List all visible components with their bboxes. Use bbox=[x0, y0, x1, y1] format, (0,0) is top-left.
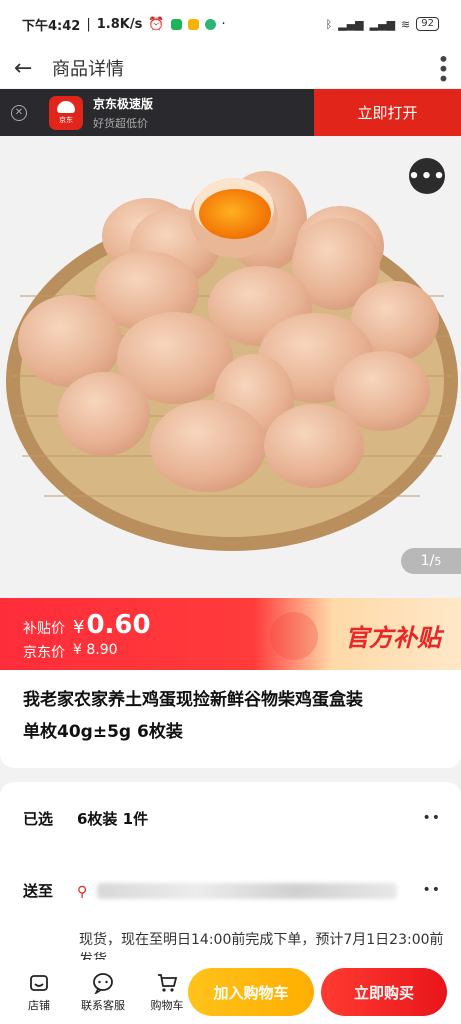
tab-cart-label: 购物车 bbox=[150, 998, 184, 1012]
selected-more-icon[interactable]: •• bbox=[422, 810, 441, 826]
product-title-card: 我老家农家养土鸡蛋现捡新鲜谷物柴鸡蛋盒装 单枚40g±5g 6枚装 bbox=[0, 670, 461, 768]
jd-price-value: ¥ 8.90 bbox=[73, 642, 118, 658]
store-icon bbox=[28, 972, 50, 994]
selected-label: 已选 bbox=[23, 810, 54, 828]
buy-now-button[interactable]: 立即购买 bbox=[321, 968, 447, 1016]
more-horizontal-icon[interactable]: ••• bbox=[408, 158, 445, 194]
location-pin-icon: ⚲ bbox=[77, 883, 88, 900]
arrow-left-icon[interactable]: ← bbox=[14, 56, 40, 81]
cart-icon bbox=[156, 972, 178, 994]
banner-tagline: 好货超低价 bbox=[93, 116, 148, 130]
ship-more-icon[interactable]: •• bbox=[422, 882, 441, 898]
more-vertical-icon[interactable]: ••• bbox=[431, 53, 455, 82]
blurred-address bbox=[97, 882, 397, 899]
tab-store[interactable]: 店铺 bbox=[10, 972, 68, 1013]
bluetooth-icon: ᛒ bbox=[325, 17, 333, 31]
ship-label: 送至 bbox=[23, 882, 54, 900]
battery-icon: 92 bbox=[416, 17, 439, 31]
alarm-icon: ⏰ bbox=[148, 16, 165, 32]
pager-total: 5 bbox=[434, 554, 442, 568]
message-icon bbox=[187, 18, 199, 30]
page-header: ← 商品详情 ••• bbox=[0, 48, 461, 88]
jd-lite-logo-icon: 京东 bbox=[49, 95, 83, 130]
pager-current: 1 bbox=[420, 553, 430, 569]
add-to-cart-button[interactable]: 加入购物车 bbox=[188, 968, 314, 1016]
tab-customer-service-label: 联系客服 bbox=[81, 998, 125, 1012]
banner-app-name: 京东极速版 bbox=[93, 96, 154, 111]
price-bar: 补贴价 ¥ 0.60 京东价 ¥ 8.90 官方补贴 bbox=[0, 598, 461, 670]
ship-to-row[interactable]: 送至 ⚲ bbox=[23, 880, 397, 901]
shield-icon bbox=[170, 18, 182, 30]
app-promo-banner: ✕ 京东 京东极速版 好货超低价 立即打开 bbox=[0, 89, 461, 136]
tab-customer-service[interactable]: 联系客服 bbox=[68, 972, 138, 1013]
open-app-button[interactable]: 立即打开 bbox=[314, 89, 461, 136]
product-image-gallery[interactable]: ••• 1/5 bbox=[0, 136, 461, 596]
gallery-pager: 1/5 bbox=[401, 548, 461, 574]
app-logo-text: 京东 bbox=[59, 115, 73, 124]
selected-value: 6枚装 1件 bbox=[77, 810, 149, 828]
product-title-line1: 我老家农家养土鸡蛋现捡新鲜谷物柴鸡蛋盒装 bbox=[23, 690, 363, 710]
app-notification-icon bbox=[204, 18, 216, 30]
close-icon[interactable]: ✕ bbox=[11, 104, 27, 121]
wifi-icon: ≋ bbox=[401, 17, 411, 31]
status-net-speed: 1.8K/s bbox=[96, 16, 143, 32]
selected-spec-row[interactable]: 已选 6枚装 1件 bbox=[23, 808, 148, 829]
signal-icon: ▂▄▆ bbox=[338, 17, 364, 31]
status-time: 下午4:42 bbox=[22, 18, 81, 34]
spec-card: 已选 6枚装 1件 •• 送至 ⚲ •• 现货，现在至明日14:00前完成下单，… bbox=[0, 782, 461, 972]
customer-service-icon bbox=[92, 972, 114, 994]
tab-store-label: 店铺 bbox=[28, 998, 50, 1012]
subsidy-price-label: 补贴价 bbox=[23, 621, 65, 637]
currency-symbol: ¥ bbox=[73, 617, 85, 638]
product-title-line2: 单枚40g±5g 6枚装 bbox=[23, 722, 183, 742]
subsidy-price-value: 0.60 bbox=[86, 610, 151, 640]
status-bar: 下午4:42 | 1.8K/s ⏰ · ᛒ ▂▄▆ ▂▄▆ ≋ 92 bbox=[0, 0, 461, 48]
page-title: 商品详情 bbox=[52, 59, 124, 80]
eggs-in-basket-image bbox=[6, 171, 458, 551]
status-separator: | bbox=[86, 16, 91, 32]
bottom-action-bar: 店铺 联系客服 购物车 加入购物车 立即购买 bbox=[0, 960, 461, 1024]
red-envelope-icon bbox=[270, 612, 318, 660]
signal2-icon: ▂▄▆ bbox=[369, 17, 396, 31]
jd-price-label: 京东价 bbox=[23, 645, 65, 661]
official-subsidy-badge: 官方补贴 bbox=[345, 624, 441, 652]
more-notifications-icon: · bbox=[221, 16, 226, 32]
